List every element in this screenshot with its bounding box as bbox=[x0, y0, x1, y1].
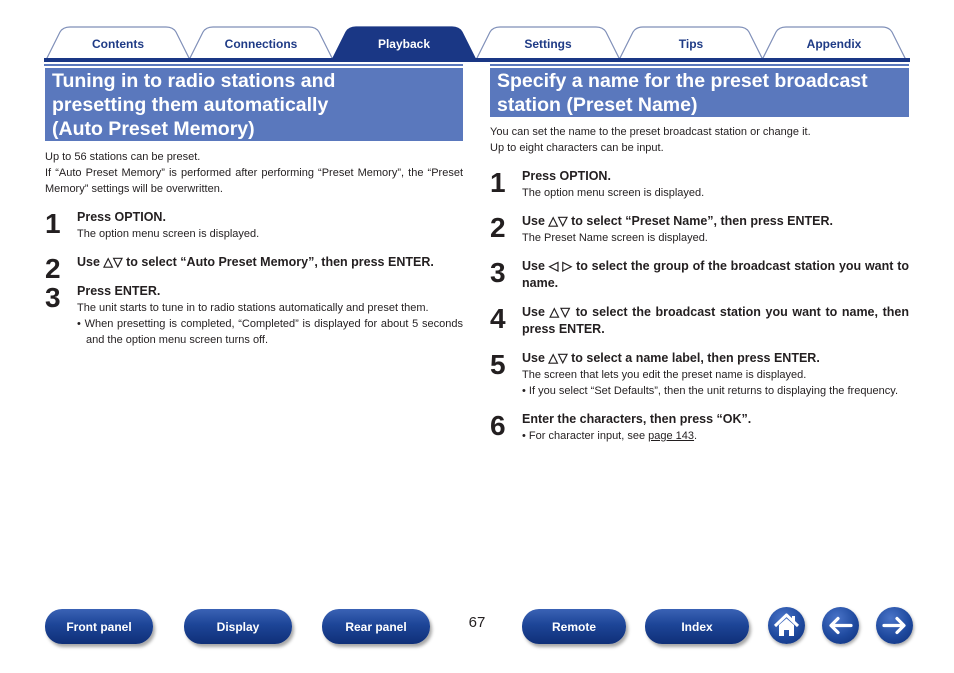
home-button[interactable] bbox=[768, 607, 805, 644]
home-icon bbox=[773, 613, 800, 636]
section-preset-name: Specify a name for the preset broadcast … bbox=[490, 68, 909, 444]
step-number: 2 bbox=[45, 253, 61, 284]
tab-tips[interactable]: Tips bbox=[617, 26, 765, 60]
intro-line: If “Auto Preset Memory” is performed aft… bbox=[45, 167, 463, 195]
step-number: 4 bbox=[490, 303, 506, 334]
intro-text: You can set the name to the preset broad… bbox=[490, 124, 909, 156]
intro-line: You can set the name to the preset broad… bbox=[490, 126, 811, 138]
step-title: Use △▽ to select a name label, then pres… bbox=[522, 351, 820, 365]
section-heading: Specify a name for the preset broadcast … bbox=[490, 68, 909, 117]
back-button[interactable] bbox=[822, 607, 859, 644]
step-bullet: • If you select “Set Defaults”, then the… bbox=[522, 385, 899, 397]
step-desc: The unit starts to tune in to radio stat… bbox=[77, 302, 429, 314]
step-number: 1 bbox=[490, 167, 506, 198]
step-title: Press OPTION. bbox=[77, 210, 166, 224]
remote-button[interactable]: Remote bbox=[522, 609, 626, 644]
forward-arrow-icon bbox=[882, 616, 906, 635]
bullet-text: If you select “Set Defaults”, then the u… bbox=[528, 385, 899, 397]
bullet-text: When presetting is completed, “Completed… bbox=[84, 318, 463, 346]
step-desc: The option menu screen is displayed. bbox=[522, 187, 705, 199]
intro-line: Up to 56 stations can be preset. bbox=[45, 151, 201, 163]
intro-line: Up to eight characters can be input. bbox=[490, 142, 664, 154]
intro-text: Up to 56 stations can be preset. If “Aut… bbox=[45, 149, 463, 197]
heading-line: Specify a name for the preset broadcast bbox=[497, 70, 868, 92]
step-1: 1 Press OPTION. The option menu screen i… bbox=[490, 168, 909, 201]
step-title: Use ◁ ▷ to select the group of the broad… bbox=[522, 259, 909, 290]
step-1: 1 Press OPTION. The option menu screen i… bbox=[45, 209, 463, 242]
step-desc: The screen that lets you edit the preset… bbox=[522, 369, 807, 381]
heading-line: station (Preset Name) bbox=[497, 94, 698, 116]
step-number: 1 bbox=[45, 208, 61, 239]
step-bullet: • For character input, see page 143. bbox=[522, 430, 698, 442]
step-bullet: • When presetting is completed, “Complet… bbox=[77, 318, 463, 346]
step-desc: The option menu screen is displayed. bbox=[77, 228, 260, 240]
step-4: 4 Use △▽ to select the broadcast station… bbox=[490, 304, 909, 338]
heading-line: presetting them automatically bbox=[52, 94, 329, 116]
back-arrow-icon bbox=[829, 616, 853, 635]
top-tab-bar: Contents Connections Playback Settings T… bbox=[44, 26, 910, 62]
heading-line: (Auto Preset Memory) bbox=[52, 118, 255, 140]
display-button[interactable]: Display bbox=[184, 609, 292, 644]
front-panel-button[interactable]: Front panel bbox=[45, 609, 153, 644]
step-desc: The Preset Name screen is displayed. bbox=[522, 232, 708, 244]
step-2: 2 Use △▽ to select “Auto Preset Memory”,… bbox=[45, 254, 463, 283]
step-number: 6 bbox=[490, 410, 506, 441]
forward-button[interactable] bbox=[876, 607, 913, 644]
tab-playback[interactable]: Playback bbox=[330, 26, 478, 60]
step-number: 5 bbox=[490, 349, 506, 380]
step-number: 2 bbox=[490, 212, 506, 243]
tab-label: Appendix bbox=[806, 37, 862, 51]
bullet-text: For character input, see bbox=[528, 430, 649, 442]
step-2: 2 Use △▽ to select “Preset Name”, then p… bbox=[490, 213, 909, 246]
step-number: 3 bbox=[45, 282, 61, 313]
tab-label: Settings bbox=[524, 37, 572, 51]
divider-left bbox=[44, 64, 463, 66]
tab-label: Connections bbox=[224, 37, 298, 51]
step-number: 3 bbox=[490, 257, 506, 288]
tab-divider bbox=[44, 58, 910, 62]
tab-connections[interactable]: Connections bbox=[187, 26, 335, 60]
page-143-link[interactable]: page 143 bbox=[648, 430, 694, 442]
tab-label: Playback bbox=[377, 37, 431, 51]
step-title: Enter the characters, then press “OK”. bbox=[522, 412, 752, 426]
section-auto-preset-memory: Tuning in to radio stations and presetti… bbox=[45, 68, 463, 348]
step-6: 6 Enter the characters, then press “OK”.… bbox=[490, 411, 909, 444]
tab-label: Tips bbox=[678, 37, 704, 51]
step-title: Press ENTER. bbox=[77, 284, 161, 298]
step-title: Use △▽ to select the broadcast station y… bbox=[522, 305, 909, 336]
step-3: 3 Use ◁ ▷ to select the group of the bro… bbox=[490, 258, 909, 292]
step-title: Press OPTION. bbox=[522, 169, 611, 183]
step-title: Use △▽ to select “Preset Name”, then pre… bbox=[522, 214, 833, 228]
tab-label: Contents bbox=[92, 37, 144, 51]
heading-line: Tuning in to radio stations and bbox=[52, 70, 336, 92]
divider-right bbox=[490, 64, 909, 66]
tab-contents[interactable]: Contents bbox=[44, 26, 192, 60]
tab-appendix[interactable]: Appendix bbox=[760, 26, 908, 60]
step-5: 5 Use △▽ to select a name label, then pr… bbox=[490, 350, 909, 399]
tab-settings[interactable]: Settings bbox=[474, 26, 622, 60]
bullet-text: . bbox=[694, 430, 698, 442]
rear-panel-button[interactable]: Rear panel bbox=[322, 609, 430, 644]
step-3: 3 Press ENTER. The unit starts to tune i… bbox=[45, 283, 463, 348]
step-title: Use △▽ to select “Auto Preset Memory”, t… bbox=[77, 255, 434, 269]
section-heading: Tuning in to radio stations and presetti… bbox=[45, 68, 463, 141]
page-number: 67 bbox=[468, 614, 486, 631]
index-button[interactable]: Index bbox=[645, 609, 749, 644]
